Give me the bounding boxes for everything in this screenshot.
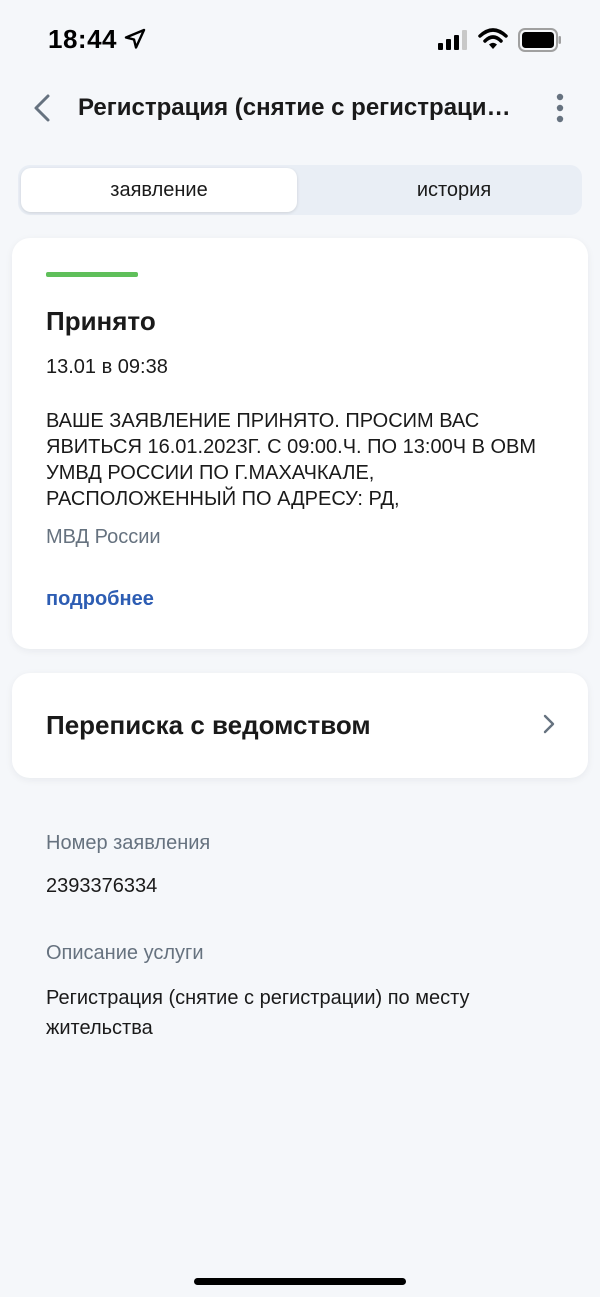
more-vertical-icon[interactable] (548, 90, 572, 126)
tab-application[interactable]: заявление (21, 168, 297, 212)
service-description-value: Регистрация (снятие с регистрации) по ме… (46, 987, 470, 1039)
correspondence-button[interactable]: Переписка с ведомством (12, 673, 588, 778)
correspondence-title: Переписка с ведомством (46, 710, 371, 740)
status-time: 18:44 (48, 24, 117, 54)
home-indicator (194, 1278, 406, 1285)
application-number-label: Номер заявления (46, 832, 211, 854)
tab-history[interactable]: история (316, 168, 592, 212)
service-description-label: Описание услуги (46, 942, 204, 964)
chevron-right-icon (543, 714, 555, 734)
cellular-signal-icon (438, 30, 467, 50)
status-bar: 18:44 (0, 0, 600, 80)
status-indicator-bar (46, 272, 138, 277)
status-organization: МВД России (46, 526, 161, 548)
status-card: Принято 13.01 в 09:38 ВАШЕ ЗАЯВЛЕНИЕ ПРИ… (12, 238, 588, 649)
chevron-left-icon[interactable] (28, 92, 56, 124)
status-message: ВАШЕ ЗАЯВЛЕНИЕ ПРИНЯТО. ПРОСИМ ВАС ЯВИТЬ… (46, 410, 537, 510)
status-date: 13.01 в 09:38 (46, 356, 168, 378)
page-title: Регистрация (снятие с регистрации) по ме… (78, 94, 524, 121)
more-details-link[interactable]: подробнее (46, 588, 154, 611)
battery-icon (518, 28, 561, 52)
status-title: Принято (46, 306, 156, 336)
segmented-tabs: заявление история (18, 165, 582, 215)
location-arrow-icon (124, 28, 146, 49)
wifi-icon (478, 28, 508, 49)
application-number-value: 2393376334 (46, 875, 158, 897)
nav-bar: Регистрация (снятие с регистрации) по ме… (0, 80, 600, 136)
